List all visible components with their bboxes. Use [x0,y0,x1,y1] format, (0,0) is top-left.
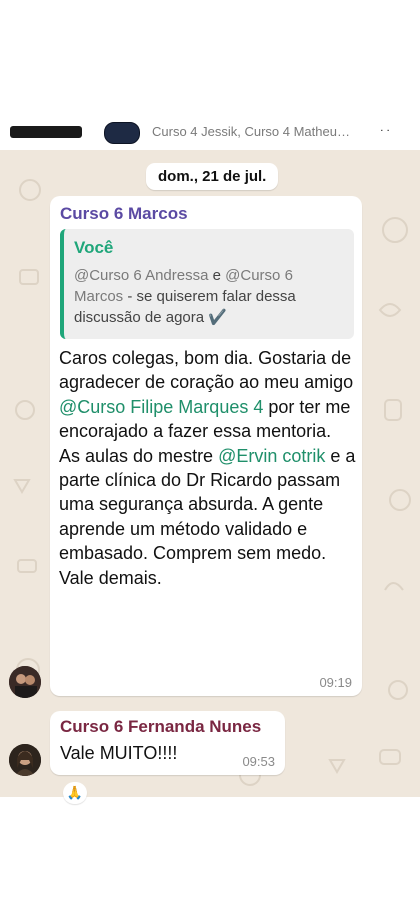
message-text: Vale MUITO!!!! [60,743,178,763]
quote-mention-andressa[interactable]: @Curso 6 Andressa [74,267,208,284]
sender-name[interactable]: Curso 6 Marcos [60,204,188,224]
message-part-3: As aulas do mestre [59,445,219,466]
back-area[interactable] [10,126,82,138]
group-avatar[interactable] [104,122,140,144]
status-glyph: ᐧ ᐧ [380,124,390,138]
quoted-message[interactable]: Você @Curso 6 Andressa e @Curso 6 Marcos… [60,229,354,339]
mention-ervin[interactable]: @Ervin cotrik [218,446,325,466]
avatar-fernanda[interactable] [9,744,41,776]
message-bubble-fernanda[interactable]: Curso 6 Fernanda Nunes Vale MUITO!!!! 09… [50,711,285,775]
message-bubble-marcos[interactable]: Curso 6 Marcos Você @Curso 6 Andressa e … [50,196,362,696]
message-text: Caros colegas, bom dia. Gostaria de agra… [59,346,359,590]
message-part-1: Caros colegas, bom dia. Gostaria de agra… [59,348,354,393]
group-members[interactable]: Curso 4 Jessik, Curso 4 Matheu… [152,124,350,139]
quote-author: Você [74,238,114,257]
date-separator: dom., 21 de jul. [146,163,279,190]
mention-filipe[interactable]: @Curso Filipe Marques 4 [59,397,263,417]
message-part-4: e a parte clínica do Dr Ricardo passam u… [59,445,356,588]
sender-name[interactable]: Curso 6 Fernanda Nunes [60,717,261,737]
avatar-marcos[interactable] [9,666,41,698]
message-time: 09:53 [242,754,275,769]
reaction-emoji[interactable]: 🙏 [63,782,87,804]
quote-text: @Curso 6 Andressa e @Curso 6 Marcos - se… [74,265,344,328]
message-time: 09:19 [319,675,352,690]
quote-conj: e [208,267,226,284]
